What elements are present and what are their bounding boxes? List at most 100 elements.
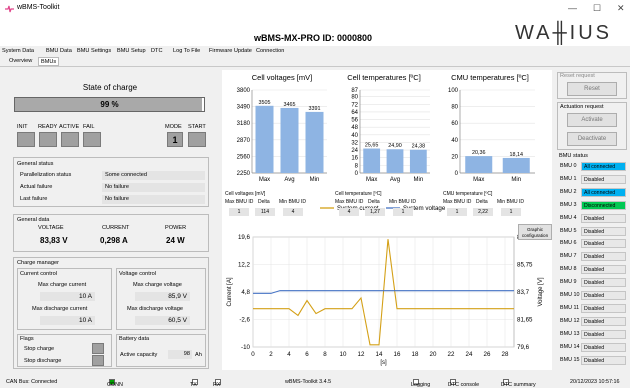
max-charge-current-field[interactable]: 10 A xyxy=(40,292,95,301)
maximize-button[interactable]: ☐ xyxy=(593,3,601,13)
line-chart-x-tick: 18 xyxy=(412,351,419,358)
tab-firmware-update[interactable]: Firmware Update xyxy=(209,46,252,56)
tx-label: TX xyxy=(190,379,198,388)
general-data-group: General data VOLTAGE CURRENT POWER 83,83… xyxy=(13,214,209,252)
voltage-label: VOLTAGE xyxy=(38,225,64,231)
bmu-name: BMU 11 xyxy=(560,304,580,311)
bmu-row: BMU 3 Disconnected xyxy=(557,200,627,210)
max-charge-voltage-field[interactable]: 85,9 V xyxy=(135,292,190,301)
parallelization-status-label: Parallelization status xyxy=(20,172,72,178)
max-charge-voltage-value: 85,9 xyxy=(168,293,181,300)
chart3-x-tick: Min xyxy=(511,177,521,183)
bmu-status-badge: Disabled xyxy=(581,252,626,262)
cell-voltage-col-delta: Delta xyxy=(258,199,270,205)
line-chart-y-left-tick: -2,6 xyxy=(239,317,250,324)
chart1-x-tick: Min xyxy=(310,177,320,183)
bar-charts-group: 2250 2560 2870 3180 3490 3800 3505 Max 3465 Avg 33… xyxy=(237,88,535,183)
max-discharge-current-field[interactable]: 10 A xyxy=(40,316,95,325)
max-charge-current-label: Max charge current xyxy=(38,282,87,288)
max-discharge-voltage-field[interactable]: 60,5 V xyxy=(135,316,190,325)
cell-temp-table: Cell temperature [ºC] Max BMU ID Delta M… xyxy=(333,191,418,217)
tab-dtc[interactable]: DTC xyxy=(151,46,163,56)
actual-failure-field: No failure xyxy=(102,183,205,192)
bmu-status-badge: Disabled xyxy=(581,342,626,352)
reset-button[interactable]: Reset xyxy=(567,82,617,96)
general-status-group: General status Parallelization status So… xyxy=(13,157,209,207)
logging-label[interactable]: Logging xyxy=(411,379,430,388)
cmu-temp-max-id: 1 xyxy=(447,208,467,216)
init-indicator xyxy=(17,132,35,147)
max-charge-voltage-unit: V xyxy=(182,293,187,300)
dtc-console-label-text: DTC console xyxy=(448,382,480,388)
subtab-bmus[interactable]: BMUs xyxy=(38,57,60,66)
bmu-row: BMU 7 Disabled xyxy=(557,252,627,262)
dtc-summary-label[interactable]: DTC summary xyxy=(501,379,536,388)
ready-label: READY xyxy=(38,124,58,130)
activate-button[interactable]: Activate xyxy=(567,113,617,127)
minimize-button[interactable]: — xyxy=(568,3,577,13)
max-charge-current-value: 10 xyxy=(78,293,87,300)
chart2-x-tick: Min xyxy=(413,177,423,183)
general-status-title: General status xyxy=(17,161,54,167)
tab-connection[interactable]: Connection xyxy=(256,46,284,56)
chart2-y-tick: 56 xyxy=(351,118,358,124)
bmu-name: BMU 14 xyxy=(560,343,580,350)
chart1-title: Cell voltages [mV] xyxy=(252,73,312,82)
tab-bmu-settings[interactable]: BMU Settings xyxy=(77,46,111,56)
chart1-bar xyxy=(305,111,324,173)
line-chart-x-tick: 2 xyxy=(269,351,273,358)
bmu-status-badge: All connected xyxy=(581,187,626,197)
line-chart-x-tick: 12 xyxy=(358,351,365,358)
chart2-y-tick: 87 xyxy=(351,88,358,94)
tab-bmu-data[interactable]: BMU Data xyxy=(46,46,72,56)
cell-voltage-table: Cell voltages [mV] Max BMU ID Delta Min … xyxy=(223,191,308,217)
tx-label-text: TX xyxy=(190,382,197,388)
chart3-y-tick: 20 xyxy=(451,154,458,160)
chart3-y-tick: 60 xyxy=(451,121,458,127)
bmu-row: BMU 12 Disabled xyxy=(557,316,627,326)
battery-data-title: Battery data xyxy=(119,336,150,342)
line-chart-x-tick: 28 xyxy=(502,351,509,358)
bmu-row: BMU 10 Disabled xyxy=(557,291,627,300)
bmu-row: BMU 11 Disabled xyxy=(557,303,627,313)
dtc-console-label[interactable]: DTC console xyxy=(448,379,479,388)
voltage-value: 83,83 V xyxy=(40,236,68,245)
line-chart-x-tick: 4 xyxy=(287,351,291,358)
general-data-title: General data xyxy=(17,217,50,223)
init-label: INIT xyxy=(17,124,28,130)
line-chart-x-tick: 20 xyxy=(430,351,437,358)
cmu-temp-delta: 2,22 xyxy=(473,208,493,216)
rx-label: RX xyxy=(213,379,221,388)
chart3-bar xyxy=(465,156,493,173)
company-logo: WA╫IUS xyxy=(515,22,612,44)
stop-charge-indicator xyxy=(92,343,104,354)
chart1-y-tick: 3180 xyxy=(237,121,251,127)
status-bar: CAN Bus: Connected CONN TX RX wBMS-Toolk… xyxy=(0,376,630,388)
fail-indicator xyxy=(83,132,101,147)
line-chart-x-tick: 8 xyxy=(323,351,327,358)
tab-log-to-file[interactable]: Log To File xyxy=(173,46,200,56)
bmu-status-badge: All connected xyxy=(581,162,626,171)
active-capacity-label: Active capacity xyxy=(120,352,158,358)
close-button[interactable]: ✕ xyxy=(617,3,625,13)
chart1-y-tick: 2560 xyxy=(237,154,251,160)
deactivate-button[interactable]: Deactivate xyxy=(567,132,617,146)
last-failure-field: No failure xyxy=(102,195,205,204)
chart2-title: Cell temperatures [ºC] xyxy=(347,73,421,82)
cell-voltage-col-min: Min BMU ID xyxy=(279,199,306,205)
current-control-group: Current control Max charge current 10 A … xyxy=(17,268,112,330)
chart1-y-tick: 2250 xyxy=(237,171,251,177)
graphic-configuration-button[interactable]: Graphic configuration xyxy=(518,224,552,240)
line-chart-group: 0 2 4 6 8 10 12 14 16 18 20 22 24 26 2819,612,24,8-2,6… xyxy=(227,205,544,366)
subtab-overview[interactable]: Overview xyxy=(7,57,34,66)
stop-discharge-indicator xyxy=(92,355,104,366)
tab-system-data[interactable]: System Data xyxy=(2,46,34,56)
bmu-name: BMU 7 xyxy=(560,253,577,260)
bmu-name: BMU 6 xyxy=(560,240,577,247)
cmu-temp-col-delta: Delta xyxy=(476,199,488,205)
bmu-name: BMU 0 xyxy=(560,163,577,169)
stop-charge-label: Stop charge xyxy=(24,346,55,352)
tab-bmu-setup[interactable]: BMU Setup xyxy=(117,46,146,56)
rx-label-text: RX xyxy=(213,382,221,388)
can-bus-status: CAN Bus: Connected xyxy=(6,379,58,385)
